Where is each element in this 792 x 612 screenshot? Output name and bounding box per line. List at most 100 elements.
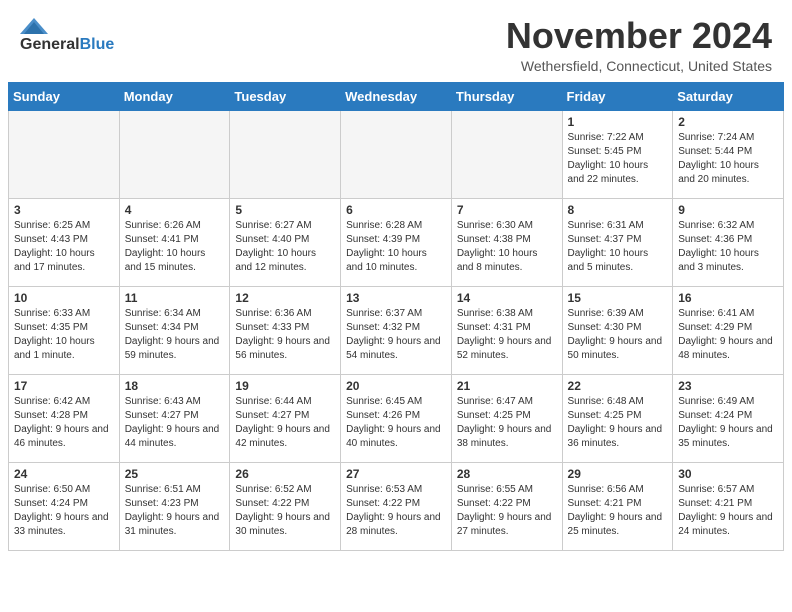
calendar-day: 4 Sunrise: 6:26 AM Sunset: 4:41 PM Daylig…	[119, 198, 230, 286]
calendar-header-row: Sunday Monday Tuesday Wednesday Thursday…	[9, 82, 784, 110]
calendar-day: 29 Sunrise: 6:56 AM Sunset: 4:21 PM Dayli…	[562, 462, 673, 550]
logo-text-blue: Blue	[80, 36, 115, 53]
day-number: 11	[125, 291, 225, 305]
day-info: Sunrise: 6:48 AM Sunset: 4:25 PM Dayligh…	[568, 395, 668, 451]
page-header: GeneralBlue November 2024 Wethersfield, …	[0, 0, 792, 82]
col-thursday: Thursday	[451, 82, 562, 110]
calendar-day	[230, 110, 341, 198]
calendar-day: 23Sunrise: 6:49 AM Sunset: 4:24 PM Dayli…	[673, 374, 784, 462]
day-number: 22	[568, 379, 668, 393]
calendar-week-row: 17Sunrise: 6:42 AM Sunset: 4:28 PM Dayli…	[9, 374, 784, 462]
day-number: 7	[457, 203, 557, 217]
col-saturday: Saturday	[673, 82, 784, 110]
col-tuesday: Tuesday	[230, 82, 341, 110]
day-number: 14	[457, 291, 557, 305]
calendar-day: 17Sunrise: 6:42 AM Sunset: 4:28 PM Dayli…	[9, 374, 120, 462]
calendar-day: 3 Sunrise: 6:25 AM Sunset: 4:43 PM Daylig…	[9, 198, 120, 286]
day-number: 10	[14, 291, 114, 305]
calendar-day	[341, 110, 452, 198]
day-info: Sunrise: 7:22 AM Sunset: 5:45 PM Dayligh…	[568, 131, 668, 187]
calendar-day: 30 Sunrise: 6:57 AM Sunset: 4:21 PM Dayli…	[673, 462, 784, 550]
day-info: Sunrise: 6:28 AM Sunset: 4:39 PM Dayligh…	[346, 219, 446, 275]
calendar-body: 1 Sunrise: 7:22 AM Sunset: 5:45 PM Daylig…	[9, 110, 784, 550]
day-info: Sunrise: 6:30 AM Sunset: 4:38 PM Dayligh…	[457, 219, 557, 275]
calendar-week-row: 24Sunrise: 6:50 AM Sunset: 4:24 PM Dayli…	[9, 462, 784, 550]
day-number: 28	[457, 467, 557, 481]
day-info: Sunrise: 7:24 AM Sunset: 5:44 PM Dayligh…	[678, 131, 778, 187]
calendar-day: 24Sunrise: 6:50 AM Sunset: 4:24 PM Dayli…	[9, 462, 120, 550]
calendar-day: 11 Sunrise: 6:34 AM Sunset: 4:34 PM Dayli…	[119, 286, 230, 374]
calendar-day: 28 Sunrise: 6:55 AM Sunset: 4:22 PM Dayli…	[451, 462, 562, 550]
day-number: 1	[568, 115, 668, 129]
calendar-day	[119, 110, 230, 198]
calendar-day: 12Sunrise: 6:36 AM Sunset: 4:33 PM Dayli…	[230, 286, 341, 374]
day-info: Sunrise: 6:32 AM Sunset: 4:36 PM Dayligh…	[678, 219, 778, 275]
day-number: 9	[678, 203, 778, 217]
day-number: 23	[678, 379, 778, 393]
calendar-week-row: 10 Sunrise: 6:33 AM Sunset: 4:35 PM Dayli…	[9, 286, 784, 374]
day-info: Sunrise: 6:25 AM Sunset: 4:43 PM Dayligh…	[14, 219, 114, 275]
day-number: 8	[568, 203, 668, 217]
day-number: 16	[678, 291, 778, 305]
calendar-container: Sunday Monday Tuesday Wednesday Thursday…	[0, 82, 792, 559]
day-info: Sunrise: 6:41 AM Sunset: 4:29 PM Dayligh…	[678, 307, 778, 363]
calendar-day: 22 Sunrise: 6:48 AM Sunset: 4:25 PM Dayli…	[562, 374, 673, 462]
month-title: November 2024	[506, 16, 772, 56]
day-info: Sunrise: 6:52 AM Sunset: 4:22 PM Dayligh…	[235, 483, 335, 539]
day-info: Sunrise: 6:50 AM Sunset: 4:24 PM Dayligh…	[14, 483, 114, 539]
day-info: Sunrise: 6:34 AM Sunset: 4:34 PM Dayligh…	[125, 307, 225, 363]
day-number: 20	[346, 379, 446, 393]
col-wednesday: Wednesday	[341, 82, 452, 110]
day-info: Sunrise: 6:39 AM Sunset: 4:30 PM Dayligh…	[568, 307, 668, 363]
day-number: 21	[457, 379, 557, 393]
day-info: Sunrise: 6:38 AM Sunset: 4:31 PM Dayligh…	[457, 307, 557, 363]
col-friday: Friday	[562, 82, 673, 110]
col-sunday: Sunday	[9, 82, 120, 110]
location: Wethersfield, Connecticut, United States	[506, 58, 772, 74]
day-number: 13	[346, 291, 446, 305]
calendar-day: 27Sunrise: 6:53 AM Sunset: 4:22 PM Dayli…	[341, 462, 452, 550]
calendar-day: 5Sunrise: 6:27 AM Sunset: 4:40 PM Daylig…	[230, 198, 341, 286]
calendar-day: 1 Sunrise: 7:22 AM Sunset: 5:45 PM Daylig…	[562, 110, 673, 198]
calendar-day	[9, 110, 120, 198]
logo-icon	[20, 16, 48, 36]
calendar-day: 19Sunrise: 6:44 AM Sunset: 4:27 PM Dayli…	[230, 374, 341, 462]
calendar-day	[451, 110, 562, 198]
page-wrapper: GeneralBlue November 2024 Wethersfield, …	[0, 0, 792, 559]
calendar-day: 2 Sunrise: 7:24 AM Sunset: 5:44 PM Daylig…	[673, 110, 784, 198]
calendar-day: 7 Sunrise: 6:30 AM Sunset: 4:38 PM Daylig…	[451, 198, 562, 286]
day-number: 30	[678, 467, 778, 481]
day-number: 3	[14, 203, 114, 217]
calendar-day: 6 Sunrise: 6:28 AM Sunset: 4:39 PM Daylig…	[341, 198, 452, 286]
day-number: 27	[346, 467, 446, 481]
calendar-day: 8 Sunrise: 6:31 AM Sunset: 4:37 PM Daylig…	[562, 198, 673, 286]
day-number: 6	[346, 203, 446, 217]
logo-text-general: General	[20, 36, 80, 53]
calendar-table: Sunday Monday Tuesday Wednesday Thursday…	[8, 82, 784, 551]
day-info: Sunrise: 6:55 AM Sunset: 4:22 PM Dayligh…	[457, 483, 557, 539]
day-number: 4	[125, 203, 225, 217]
day-info: Sunrise: 6:43 AM Sunset: 4:27 PM Dayligh…	[125, 395, 225, 451]
day-number: 2	[678, 115, 778, 129]
day-info: Sunrise: 6:44 AM Sunset: 4:27 PM Dayligh…	[235, 395, 335, 451]
day-info: Sunrise: 6:31 AM Sunset: 4:37 PM Dayligh…	[568, 219, 668, 275]
day-number: 15	[568, 291, 668, 305]
day-info: Sunrise: 6:56 AM Sunset: 4:21 PM Dayligh…	[568, 483, 668, 539]
day-info: Sunrise: 6:57 AM Sunset: 4:21 PM Dayligh…	[678, 483, 778, 539]
day-number: 18	[125, 379, 225, 393]
title-block: November 2024 Wethersfield, Connecticut,…	[506, 16, 772, 74]
day-info: Sunrise: 6:45 AM Sunset: 4:26 PM Dayligh…	[346, 395, 446, 451]
calendar-day: 25Sunrise: 6:51 AM Sunset: 4:23 PM Dayli…	[119, 462, 230, 550]
day-info: Sunrise: 6:51 AM Sunset: 4:23 PM Dayligh…	[125, 483, 225, 539]
calendar-day: 13Sunrise: 6:37 AM Sunset: 4:32 PM Dayli…	[341, 286, 452, 374]
calendar-week-row: 1 Sunrise: 7:22 AM Sunset: 5:45 PM Daylig…	[9, 110, 784, 198]
calendar-day: 26 Sunrise: 6:52 AM Sunset: 4:22 PM Dayli…	[230, 462, 341, 550]
calendar-week-row: 3 Sunrise: 6:25 AM Sunset: 4:43 PM Daylig…	[9, 198, 784, 286]
day-info: Sunrise: 6:33 AM Sunset: 4:35 PM Dayligh…	[14, 307, 114, 363]
day-number: 29	[568, 467, 668, 481]
day-info: Sunrise: 6:26 AM Sunset: 4:41 PM Dayligh…	[125, 219, 225, 275]
calendar-day: 10 Sunrise: 6:33 AM Sunset: 4:35 PM Dayli…	[9, 286, 120, 374]
calendar-day: 16 Sunrise: 6:41 AM Sunset: 4:29 PM Dayli…	[673, 286, 784, 374]
day-number: 26	[235, 467, 335, 481]
calendar-day: 14 Sunrise: 6:38 AM Sunset: 4:31 PM Dayli…	[451, 286, 562, 374]
